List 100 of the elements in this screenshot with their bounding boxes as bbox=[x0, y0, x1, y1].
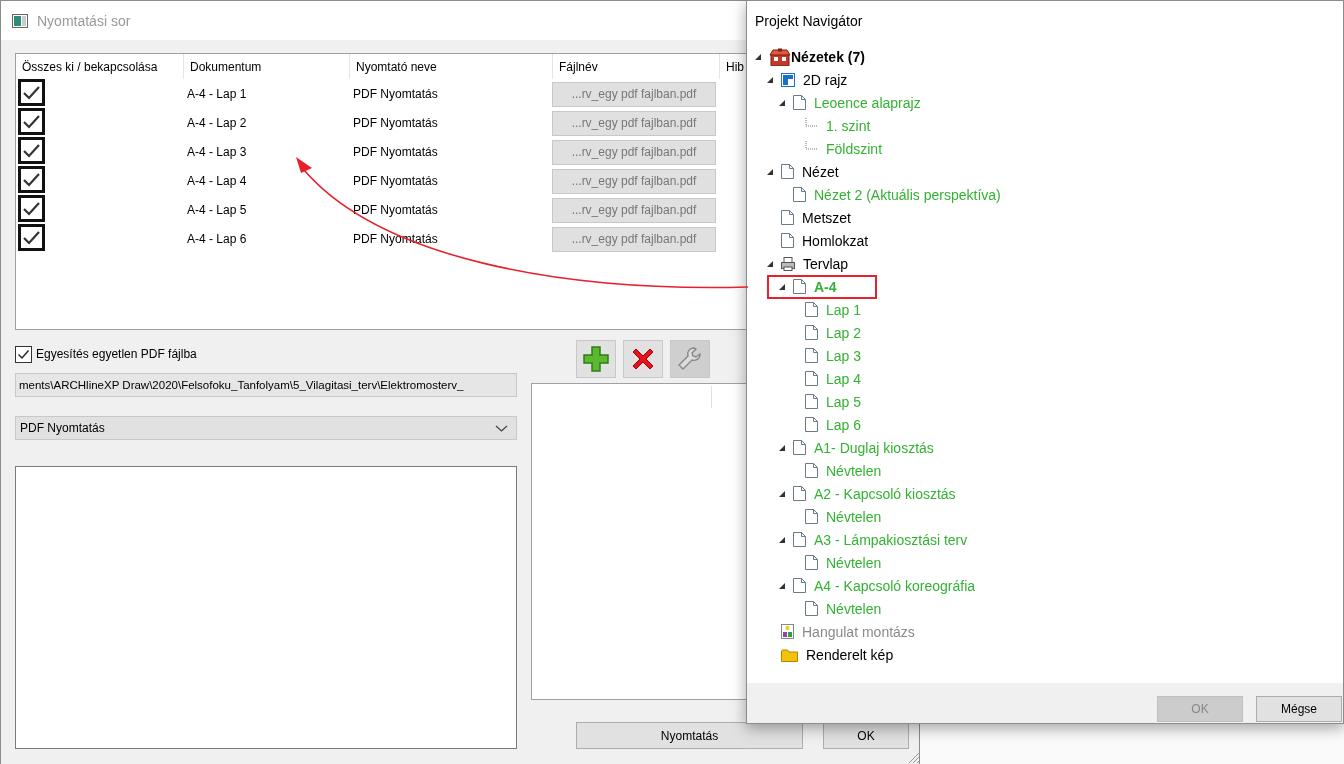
tree-item[interactable]: Nézet bbox=[802, 163, 839, 180]
table-cell-text: PDF Nyomtatás bbox=[352, 116, 439, 130]
table-cell-text: A-4 - Lap 4 bbox=[186, 174, 248, 188]
tree-item[interactable]: Metszet bbox=[802, 209, 851, 226]
expanded-toggle-icon[interactable] bbox=[779, 490, 785, 497]
row-checkbox[interactable] bbox=[18, 166, 45, 193]
document-icon bbox=[793, 440, 806, 455]
expanded-toggle-icon[interactable] bbox=[779, 99, 785, 106]
tree-item[interactable]: A4 - Kapcsoló koreográfia bbox=[814, 577, 976, 594]
merge-checkbox[interactable] bbox=[15, 345, 32, 363]
printer-icon bbox=[781, 256, 795, 271]
file-name-button[interactable]: ...rv_egy pdf fajlban.pdf bbox=[552, 197, 716, 223]
tree-item[interactable]: Lap 3 bbox=[826, 347, 862, 364]
resize-grip-icon[interactable] bbox=[907, 751, 919, 764]
tree-item[interactable]: Lap 1 bbox=[826, 301, 862, 318]
table-cell-text: PDF Nyomtatás bbox=[352, 203, 439, 217]
document-icon bbox=[805, 601, 818, 616]
document-icon bbox=[805, 371, 818, 386]
document-icon bbox=[793, 279, 806, 294]
image-collage-icon bbox=[781, 624, 794, 639]
table-cell-text: A-4 - Lap 1 bbox=[186, 87, 248, 101]
add-button[interactable] bbox=[576, 340, 616, 378]
row-checkbox[interactable] bbox=[18, 79, 45, 106]
document-icon bbox=[793, 187, 806, 202]
row-checkbox[interactable] bbox=[18, 137, 45, 164]
row-checkbox[interactable] bbox=[18, 108, 45, 135]
tree-item[interactable]: Tervlap bbox=[803, 255, 849, 272]
printer-dropdown[interactable]: PDF Nyomtatás bbox=[15, 416, 517, 440]
file-name-button[interactable]: ...rv_egy pdf fajlban.pdf bbox=[552, 81, 716, 107]
expanded-toggle-icon[interactable] bbox=[779, 536, 785, 543]
folder-icon bbox=[781, 647, 798, 662]
expanded-toggle-icon[interactable] bbox=[779, 582, 785, 589]
tree-item[interactable]: A-4 bbox=[814, 278, 837, 295]
tree-item[interactable]: Névtelen bbox=[826, 600, 882, 617]
tree-item[interactable]: Leoence alaprajz bbox=[814, 94, 921, 111]
cancel-button[interactable]: Mégse bbox=[1256, 696, 1342, 722]
document-icon bbox=[805, 348, 818, 363]
document-icon bbox=[793, 95, 806, 110]
column-header[interactable]: Összes ki / bekapcsolása bbox=[16, 54, 183, 79]
tree-item[interactable]: Nézet 2 (Aktuális perspektíva) bbox=[814, 186, 1001, 203]
tree-item[interactable]: 1. szint bbox=[826, 117, 871, 134]
expanded-toggle-icon[interactable] bbox=[767, 76, 773, 83]
tree-item[interactable]: A3 - Lámpakiosztási terv bbox=[814, 531, 968, 548]
table-cell-text: A-4 - Lap 3 bbox=[186, 145, 248, 159]
tree-item[interactable]: Névtelen bbox=[826, 462, 882, 479]
document-icon bbox=[793, 532, 806, 547]
tree-item[interactable]: Névtelen bbox=[826, 508, 882, 525]
table-cell-text: PDF Nyomtatás bbox=[352, 87, 439, 101]
tree-item[interactable]: Névtelen bbox=[826, 554, 882, 571]
row-checkbox[interactable] bbox=[18, 195, 45, 222]
house-icon bbox=[769, 47, 791, 66]
column-header[interactable]: Fájlnév bbox=[552, 54, 719, 79]
file-name-button[interactable]: ...rv_egy pdf fajlban.pdf bbox=[552, 110, 716, 136]
document-icon bbox=[805, 302, 818, 317]
print-button[interactable]: Nyomtatás bbox=[576, 722, 803, 749]
document-icon bbox=[793, 578, 806, 593]
file-name-button[interactable]: ...rv_egy pdf fajlban.pdf bbox=[552, 226, 716, 252]
tree-item[interactable]: Renderelt kép bbox=[806, 646, 894, 663]
tree-item[interactable]: Hangulat montázs bbox=[802, 623, 915, 640]
app-icon bbox=[12, 13, 28, 28]
window-title: Projekt Navigátor bbox=[755, 12, 863, 29]
tree-item[interactable]: Homlokzat bbox=[802, 232, 869, 249]
ok-button[interactable]: OK bbox=[823, 722, 909, 749]
path-field[interactable]: ments\ARCHlineXP Draw\2020\Felsofoku_Tanfolyam\5_Vilagitasi_terv\Elektromosterv_ bbox=[15, 373, 517, 397]
tree-item[interactable]: Lap 2 bbox=[826, 324, 862, 341]
tree-item[interactable]: Nézetek (7) bbox=[791, 48, 865, 65]
tree-item[interactable]: Földszint bbox=[826, 140, 883, 157]
tree-item[interactable]: A1- Duglaj kiosztás bbox=[814, 439, 934, 456]
table-cell-text: PDF Nyomtatás bbox=[352, 145, 439, 159]
table-cell-text: A-4 - Lap 6 bbox=[186, 232, 248, 246]
expanded-toggle-icon[interactable] bbox=[767, 168, 773, 175]
tree-item[interactable]: A2 - Kapcsoló kiosztás bbox=[814, 485, 956, 502]
expanded-toggle-icon[interactable] bbox=[779, 444, 785, 451]
document-icon bbox=[805, 394, 818, 409]
document-icon bbox=[805, 509, 818, 524]
expanded-toggle-icon[interactable] bbox=[767, 260, 773, 267]
row-checkbox[interactable] bbox=[18, 224, 45, 251]
column-header[interactable]: Nyomtató neve bbox=[349, 54, 552, 79]
expanded-toggle-icon[interactable] bbox=[755, 53, 761, 60]
tree-item[interactable]: Lap 6 bbox=[826, 416, 862, 433]
tree-item[interactable]: 2D rajz bbox=[803, 71, 848, 88]
document-icon bbox=[781, 210, 794, 225]
document-icon bbox=[805, 325, 818, 340]
tree-item[interactable]: Lap 5 bbox=[826, 393, 862, 410]
tree-item[interactable]: Lap 4 bbox=[826, 370, 862, 387]
column-header[interactable]: Hib bbox=[719, 54, 744, 79]
file-name-button[interactable]: ...rv_egy pdf fajlban.pdf bbox=[552, 139, 716, 165]
expanded-toggle-icon[interactable] bbox=[779, 283, 785, 290]
file-name-button[interactable]: ...rv_egy pdf fajlban.pdf bbox=[552, 168, 716, 194]
document-icon bbox=[781, 233, 794, 248]
floor-plan-icon bbox=[781, 72, 795, 87]
table-cell-text: A-4 - Lap 2 bbox=[186, 116, 248, 130]
window-title: Nyomtatási sor bbox=[37, 12, 131, 29]
remove-button[interactable] bbox=[623, 340, 663, 378]
plus-icon bbox=[582, 345, 610, 373]
chevron-down-icon bbox=[495, 424, 508, 432]
table-cell-text: PDF Nyomtatás bbox=[352, 174, 439, 188]
checkbox-label: Egyesítés egyetlen PDF fájlba bbox=[36, 347, 197, 361]
column-header[interactable]: Dokumentum bbox=[183, 54, 349, 79]
document-icon bbox=[781, 164, 794, 179]
